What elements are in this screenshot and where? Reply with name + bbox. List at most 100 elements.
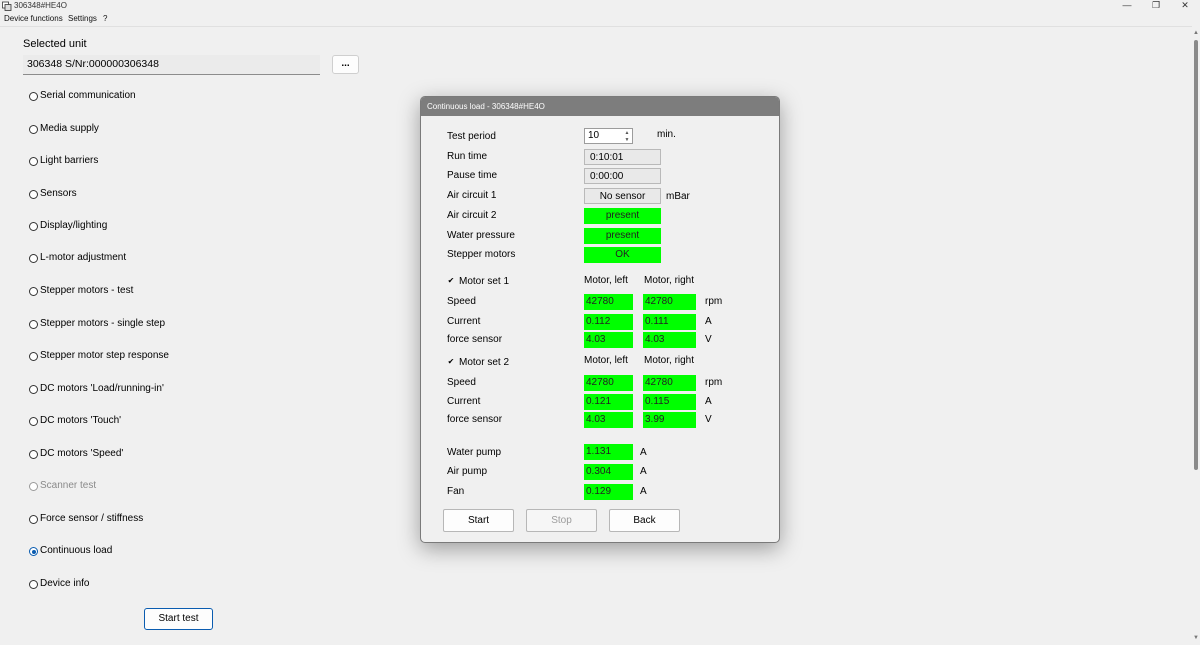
motor-set-1-force-label: force sensor bbox=[447, 334, 503, 345]
air-circuit-1-status: No sensor bbox=[584, 188, 661, 204]
stepper-motors-label: Stepper motors bbox=[447, 249, 516, 260]
function-radio-label: Stepper motor step response bbox=[40, 350, 169, 361]
water-pressure-status: present bbox=[584, 228, 661, 244]
function-radio-label: DC motors 'Load/running-in' bbox=[40, 383, 164, 394]
function-radio-label: Display/lighting bbox=[40, 220, 108, 231]
test-period-spinner[interactable]: 10 ▲ ▼ bbox=[584, 128, 633, 144]
air-pump-unit: A bbox=[640, 466, 647, 477]
motor-set-2-force-right: 3.99 bbox=[643, 412, 696, 428]
motor-set-2-speed-right: 42780 bbox=[643, 375, 696, 391]
motor-set-2-col-left: Motor, left bbox=[584, 355, 628, 366]
air-circuit-1-label: Air circuit 1 bbox=[447, 190, 497, 201]
function-radio-label: Device info bbox=[40, 578, 90, 589]
scroll-down-icon[interactable]: ▼ bbox=[1192, 635, 1200, 641]
menu-settings[interactable]: Settings bbox=[68, 13, 97, 24]
function-radio-label: Stepper motors - test bbox=[40, 285, 134, 296]
start-button[interactable]: Start bbox=[443, 509, 514, 532]
maximize-button[interactable]: ❐ bbox=[1147, 0, 1165, 11]
pause-time-field: 0:00:00 bbox=[584, 168, 661, 184]
menu-help[interactable]: ? bbox=[103, 13, 107, 24]
function-radio-label: Media supply bbox=[40, 123, 99, 134]
radio-unselected-icon bbox=[29, 92, 38, 101]
back-button[interactable]: Back bbox=[609, 509, 680, 532]
motor-set-1-force-unit: V bbox=[705, 334, 712, 345]
radio-selected-icon bbox=[29, 547, 38, 556]
motor-set-1-current-right: 0.111 bbox=[643, 314, 696, 330]
radio-unselected-icon bbox=[29, 385, 38, 394]
radio-unselected-icon bbox=[29, 320, 38, 329]
motor-set-2-current-left: 0.121 bbox=[584, 394, 633, 410]
radio-unselected-icon bbox=[29, 450, 38, 459]
scroll-up-icon[interactable]: ▲ bbox=[1192, 30, 1200, 36]
motor-set-2-speed-label: Speed bbox=[447, 377, 476, 388]
stop-button[interactable]: Stop bbox=[526, 509, 597, 532]
window-title: 306348#HE4O bbox=[14, 1, 67, 10]
water-pump-unit: A bbox=[640, 447, 647, 458]
motor-set-2-force-unit: V bbox=[705, 414, 712, 425]
function-radio-label: Serial communication bbox=[40, 90, 136, 101]
motor-set-1-speed-label: Speed bbox=[447, 296, 476, 307]
fan-label: Fan bbox=[447, 486, 465, 497]
motor-set-1-label: Motor set 1 bbox=[459, 276, 510, 287]
motor-set-1-force-left: 4.03 bbox=[584, 332, 633, 348]
start-test-button[interactable]: Start test bbox=[144, 608, 213, 630]
motor-set-1-current-left: 0.112 bbox=[584, 314, 633, 330]
run-time-field: 0:10:01 bbox=[584, 149, 661, 165]
motor-set-2-label: Motor set 2 bbox=[459, 357, 510, 368]
function-radio-label: L-motor adjustment bbox=[40, 252, 127, 263]
motor-set-1-col-right: Motor, right bbox=[644, 275, 695, 286]
radio-unselected-icon bbox=[29, 254, 38, 263]
spin-down-icon[interactable]: ▼ bbox=[623, 137, 631, 143]
dialog-title: Continuous load - 306348#HE4O bbox=[421, 97, 779, 116]
motor-set-1-speed-unit: rpm bbox=[705, 296, 723, 307]
fan-value: 0.129 bbox=[584, 484, 633, 500]
checkbox-checked-icon: ✔ bbox=[447, 357, 455, 366]
browse-unit-button[interactable]: ... bbox=[332, 55, 359, 74]
motor-set-2-current-right: 0.115 bbox=[643, 394, 696, 410]
radio-unselected-icon bbox=[29, 157, 38, 166]
minimize-button[interactable]: — bbox=[1118, 0, 1136, 11]
continuous-load-dialog: Continuous load - 306348#HE4O Test perio… bbox=[420, 96, 780, 543]
motor-set-2-current-unit: A bbox=[705, 396, 712, 407]
close-button[interactable]: ✕ bbox=[1176, 0, 1194, 11]
spin-up-icon[interactable]: ▲ bbox=[623, 130, 631, 136]
motor-set-2-col-right: Motor, right bbox=[644, 355, 695, 366]
stepper-motors-status: OK bbox=[584, 247, 661, 263]
water-pump-label: Water pump bbox=[447, 447, 502, 458]
radio-unselected-icon bbox=[29, 482, 38, 491]
pause-time-label: Pause time bbox=[447, 170, 498, 181]
air-pump-label: Air pump bbox=[447, 466, 488, 477]
menu-device-functions[interactable]: Device functions bbox=[4, 13, 63, 24]
scroll-thumb[interactable] bbox=[1194, 40, 1198, 470]
app-icon bbox=[2, 1, 12, 11]
radio-unselected-icon bbox=[29, 287, 38, 296]
test-period-value: 10 bbox=[588, 130, 600, 141]
radio-unselected-icon bbox=[29, 417, 38, 426]
test-period-unit: min. bbox=[657, 129, 676, 140]
title-bar: 306348#HE4O — ❐ ✕ bbox=[0, 0, 1200, 12]
fan-unit: A bbox=[640, 486, 647, 497]
motor-set-1-col-left: Motor, left bbox=[584, 275, 628, 286]
air-pump-value: 0.304 bbox=[584, 464, 633, 480]
radio-unselected-icon bbox=[29, 125, 38, 134]
motor-set-2-current-label: Current bbox=[447, 396, 481, 407]
motor-set-1-speed-right: 42780 bbox=[643, 294, 696, 310]
air-circuit-1-unit: mBar bbox=[666, 191, 690, 202]
selected-unit-field[interactable]: 306348 S/Nr:000000306348 bbox=[23, 55, 320, 75]
air-circuit-2-label: Air circuit 2 bbox=[447, 210, 497, 221]
motor-set-2-force-label: force sensor bbox=[447, 414, 503, 425]
vertical-scrollbar[interactable]: ▲ ▼ bbox=[1192, 26, 1200, 645]
radio-unselected-icon bbox=[29, 352, 38, 361]
radio-unselected-icon bbox=[29, 222, 38, 231]
radio-unselected-icon bbox=[29, 190, 38, 199]
motor-set-1-current-unit: A bbox=[705, 316, 712, 327]
function-radio-label: Stepper motors - single step bbox=[40, 318, 166, 329]
checkbox-checked-icon: ✔ bbox=[447, 276, 455, 285]
function-radio-label: Light barriers bbox=[40, 155, 99, 166]
radio-unselected-icon bbox=[29, 515, 38, 524]
motor-set-1-force-right: 4.03 bbox=[643, 332, 696, 348]
radio-unselected-icon bbox=[29, 580, 38, 589]
test-period-label: Test period bbox=[447, 131, 496, 142]
motor-set-1-current-label: Current bbox=[447, 316, 481, 327]
function-radio-label: DC motors 'Touch' bbox=[40, 415, 122, 426]
